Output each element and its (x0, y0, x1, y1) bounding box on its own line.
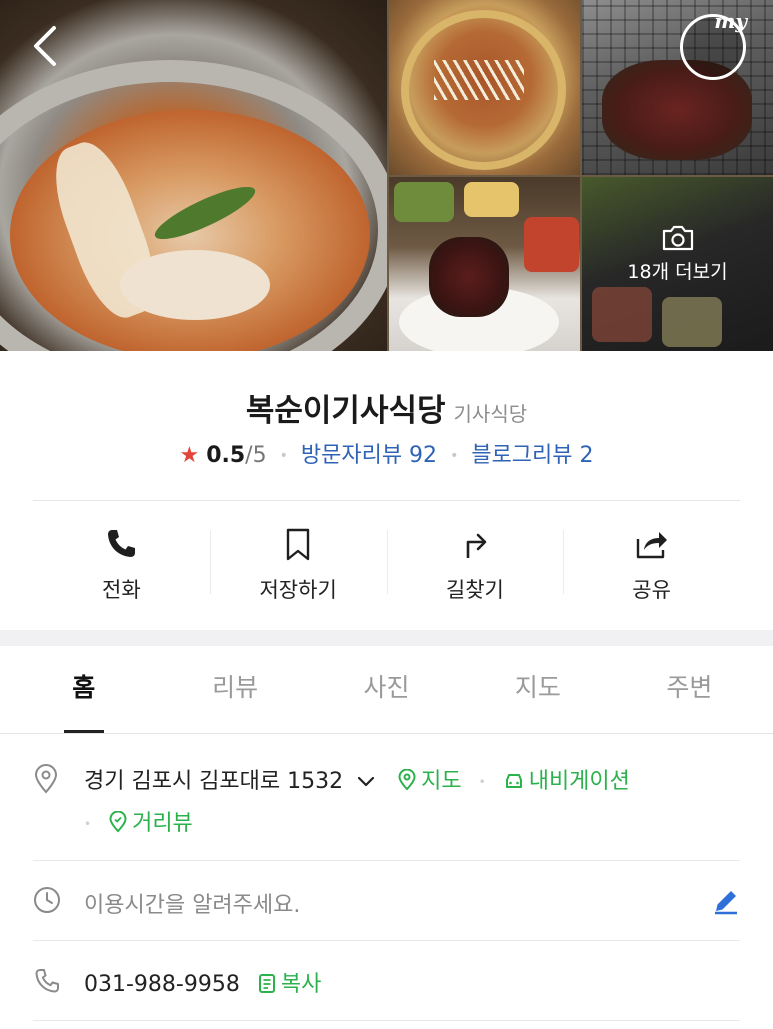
photo-gallery: 18개 더보기 my (0, 0, 773, 351)
save-label: 저장하기 (259, 578, 337, 602)
street-view-label: 거리뷰 (132, 811, 193, 836)
my-badge-label: my (714, 9, 747, 33)
copy-icon (258, 974, 275, 993)
separator-dot: • (450, 448, 459, 464)
car-icon (505, 774, 522, 788)
rating-score: 0.5 (206, 443, 246, 468)
location-pin-icon (34, 764, 58, 794)
navigation-link-label: 내비게이션 (528, 769, 630, 794)
separator-dot: • (279, 448, 288, 464)
photo-thumb-3[interactable] (389, 177, 580, 351)
tab-map[interactable]: 지도 (462, 646, 613, 733)
visitor-review-link[interactable]: 방문자리뷰 92 (301, 443, 437, 468)
separator-dot: • (478, 775, 486, 789)
address-text[interactable]: 경기 김포시 김포대로 1532 (84, 769, 343, 794)
directions-icon (466, 533, 487, 558)
more-photos-label: 18개 더보기 (627, 261, 728, 283)
copy-label: 복사 (280, 972, 322, 997)
my-badge[interactable]: my (680, 9, 747, 80)
navigation-link[interactable]: 내비게이션 (503, 769, 630, 794)
hours-placeholder[interactable]: 이용시간을 알려주세요. (84, 887, 300, 919)
tab-bar: 홈 리뷰 사진 지도 주변 (0, 646, 773, 734)
phone-icon (108, 530, 136, 557)
rating-row: ★ 0.5/5 • 방문자리뷰 92 • 블로그리뷰 2 (0, 437, 773, 469)
call-label: 전화 (102, 578, 141, 602)
more-photos-button[interactable]: 18개 더보기 (582, 225, 773, 284)
star-icon: ★ (179, 443, 200, 468)
phone-outline-icon (35, 969, 59, 993)
divider (33, 1020, 740, 1021)
phone-number[interactable]: 031-988-9958 (84, 972, 240, 997)
share-button[interactable]: 공유 (563, 520, 740, 610)
map-link-label: 지도 (421, 769, 462, 794)
place-name: 복순이기사식당 (245, 393, 446, 429)
action-bar: 전화 저장하기 길찾기 공유 (33, 520, 740, 610)
divider (33, 500, 740, 501)
save-button[interactable]: 저장하기 (209, 520, 387, 610)
tab-nearby[interactable]: 주변 (614, 646, 765, 733)
section-separator (0, 630, 773, 646)
back-arrow-icon[interactable] (28, 24, 64, 68)
street-view-pin-icon (109, 810, 127, 833)
share-label: 공유 (632, 578, 671, 602)
call-button[interactable]: 전화 (33, 520, 210, 610)
tab-photo[interactable]: 사진 (311, 646, 462, 733)
separator-dot: • (84, 817, 92, 831)
place-category: 기사식당 (453, 402, 528, 426)
tab-home[interactable]: 홈 (8, 646, 159, 733)
copy-button[interactable]: 복사 (257, 972, 321, 997)
address-row: 경기 김포시 김포대로 1532 지도 • 내비게이션 (84, 763, 630, 795)
directions-button[interactable]: 길찾기 (386, 520, 564, 610)
map-pin-icon (398, 768, 416, 791)
address-row-2: • 거리뷰 (84, 805, 193, 837)
divider (33, 860, 740, 861)
blog-review-link[interactable]: 블로그리뷰 2 (471, 443, 593, 468)
bookmark-icon (286, 528, 310, 561)
street-view-link[interactable]: 거리뷰 (108, 810, 193, 836)
directions-label: 길찾기 (445, 578, 504, 602)
camera-icon (662, 225, 693, 251)
divider (33, 940, 740, 941)
tab-review[interactable]: 리뷰 (159, 646, 310, 733)
phone-row: 031-988-9958 복사 (84, 966, 321, 998)
clock-icon (34, 887, 60, 913)
pencil-icon[interactable] (712, 887, 740, 915)
place-title-row: 복순이기사식당 기사식당 (0, 385, 773, 430)
chevron-down-icon[interactable] (358, 777, 375, 787)
map-link[interactable]: 지도 (397, 768, 468, 794)
rating-max: /5 (245, 443, 267, 468)
photo-thumb-1[interactable] (389, 0, 580, 175)
share-icon (636, 532, 667, 559)
